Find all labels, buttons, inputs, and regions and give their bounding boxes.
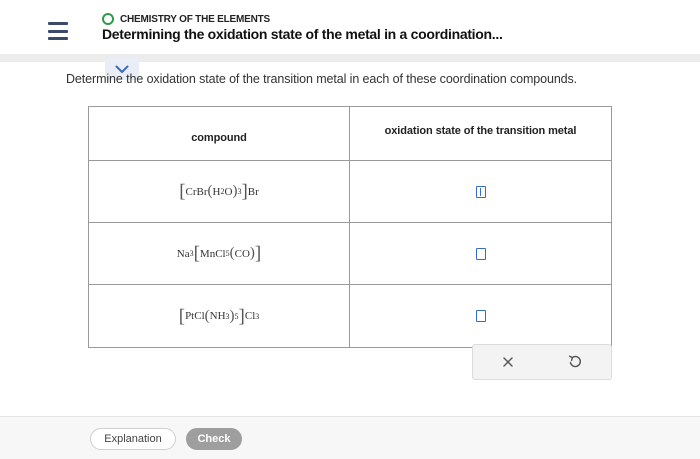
action-panel (472, 344, 612, 380)
answer-table: compound oxidation state of the transiti… (88, 106, 612, 348)
oxidation-state-input[interactable] (475, 185, 486, 198)
instruction-text: Determine the oxidation state of the tra… (66, 72, 578, 86)
table-row: [ PtCl ( NH 3 ) 5 ] Cl 3 (89, 285, 611, 347)
oxidation-state-input[interactable] (475, 247, 486, 260)
column-header: compound (191, 131, 247, 144)
undo-icon[interactable] (567, 353, 583, 369)
answer-cell (350, 161, 611, 222)
answer-cell (350, 285, 611, 347)
close-icon[interactable] (502, 356, 514, 368)
oxidation-state-input[interactable] (475, 310, 486, 322)
header-cell-oxidation: oxidation state of the transition metal (350, 107, 611, 160)
formula-counter-ion: Cl (244, 310, 256, 322)
table-row: Na 3 [ MnCl 5 ( CO ) ] (89, 223, 611, 285)
compound-formula: [ PtCl ( NH 3 ) 5 ] Cl 3 (178, 305, 260, 327)
explanation-button[interactable]: Explanation (90, 428, 176, 450)
topic-row: CHEMISTRY OF THE ELEMENTS (102, 13, 270, 25)
answer-cell (350, 223, 611, 284)
check-button[interactable]: Check (186, 428, 242, 450)
formula-metal: CrBr (185, 185, 208, 198)
formula-metal: PtCl (185, 310, 205, 322)
formula-subscript: 3 (255, 311, 260, 321)
compound-formula: [ CrBr ( H2O ) 3 ] Br (179, 181, 259, 202)
formula-counter-ion: Na (176, 247, 190, 260)
column-header: oxidation state of the transition metal (384, 124, 577, 137)
formula-ligand: H (212, 185, 221, 198)
compound-cell: [ CrBr ( H2O ) 3 ] Br (89, 161, 350, 222)
formula-counter-ion: Br (247, 185, 259, 198)
table-header-row: compound oxidation state of the transiti… (89, 107, 611, 161)
progress-ring-icon (102, 13, 114, 25)
compound-formula: Na 3 [ MnCl 5 ( CO ) ] (176, 243, 262, 264)
formula-metal: MnCl (199, 247, 226, 260)
header-cell-compound: compound (89, 107, 350, 160)
header: CHEMISTRY OF THE ELEMENTS Determining th… (0, 0, 700, 62)
topic-label: CHEMISTRY OF THE ELEMENTS (120, 13, 271, 25)
formula-ligand: CO (234, 247, 250, 260)
hamburger-icon[interactable] (48, 22, 68, 40)
compound-cell: [ PtCl ( NH 3 ) 5 ] Cl 3 (89, 285, 350, 347)
formula-ligand: NH (209, 310, 226, 322)
page-title: Determining the oxidation state of the m… (102, 26, 503, 42)
table-row: [ CrBr ( H2O ) 3 ] Br (89, 161, 611, 223)
formula-ligand-tail: O (224, 185, 233, 198)
compound-cell: Na 3 [ MnCl 5 ( CO ) ] (89, 223, 350, 284)
